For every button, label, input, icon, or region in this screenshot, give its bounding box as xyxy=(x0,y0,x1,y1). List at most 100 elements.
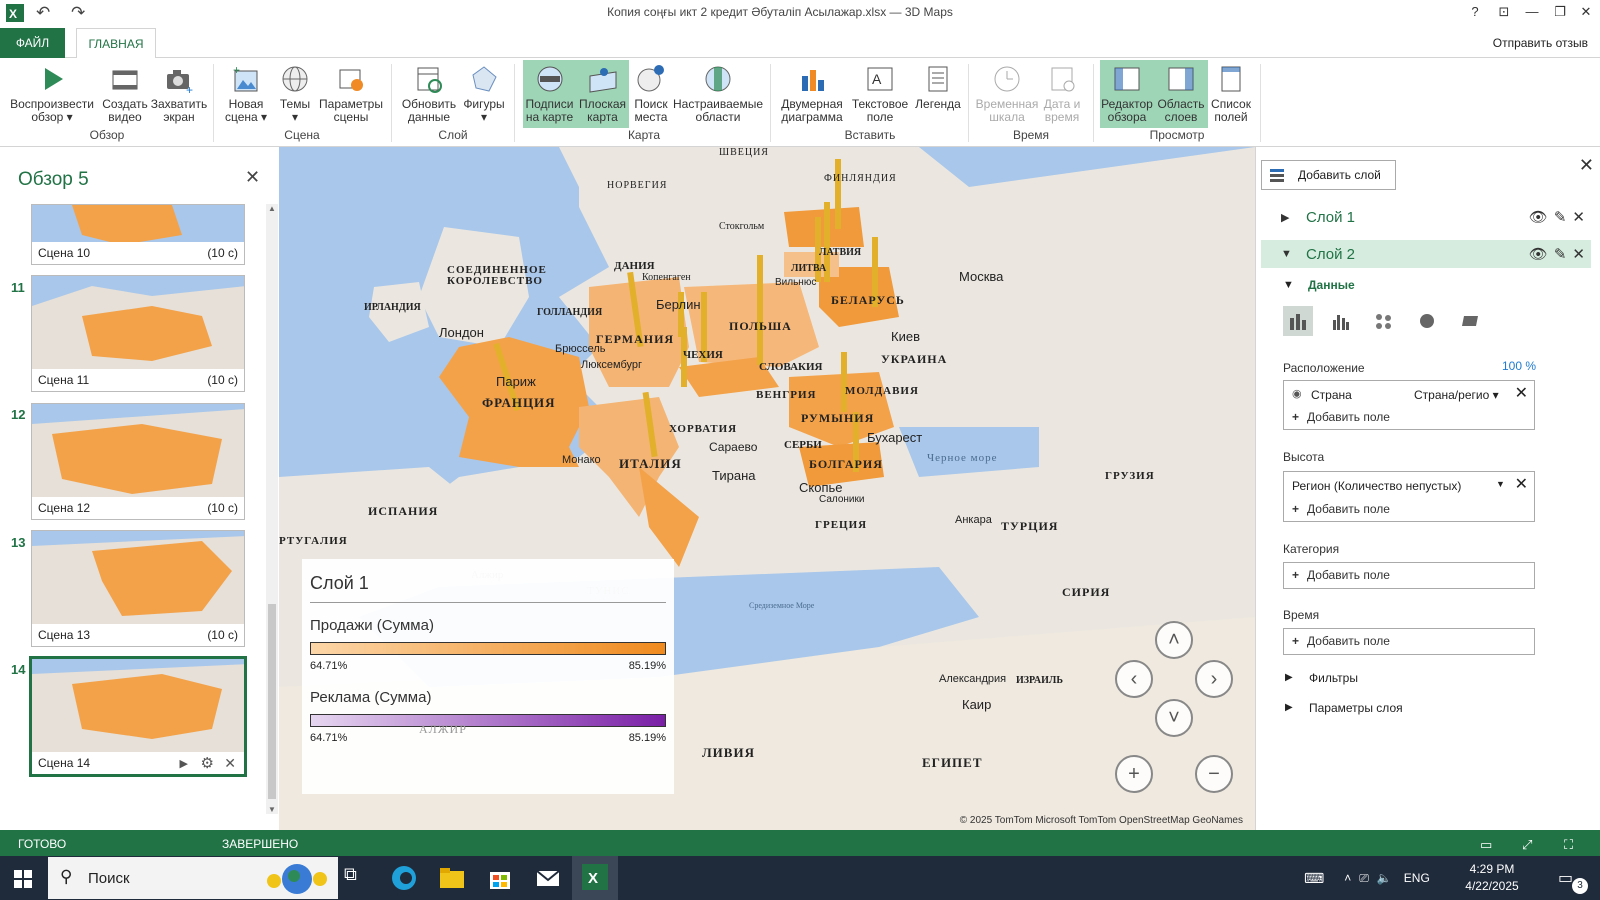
shapes-button[interactable]: Фигуры ▾ xyxy=(462,60,506,128)
capture-screen-button[interactable]: + Захватить экран xyxy=(151,60,207,128)
scene-thumbnail[interactable]: Сцена 10 (10 с) xyxy=(31,204,245,265)
field-list-button[interactable]: Список полей xyxy=(1208,60,1254,128)
notification-icon[interactable]: ▭ xyxy=(1558,868,1573,888)
themes-button[interactable]: Темы ▾ xyxy=(276,60,314,128)
add-layer-button[interactable]: Добавить слой xyxy=(1261,160,1396,190)
location-percent[interactable]: 100 % xyxy=(1502,359,1536,373)
text-box-button[interactable]: A Текстовое поле xyxy=(850,60,910,128)
zoom-out-button[interactable]: − xyxy=(1195,755,1233,793)
fit-view-icon[interactable]: ⤢ xyxy=(1522,837,1532,853)
find-location-button[interactable]: Поиск места xyxy=(630,60,672,128)
tilt-up-button[interactable]: ˄ xyxy=(1155,621,1193,659)
scene-thumbnail[interactable]: Сцена 11 (10 с) xyxy=(31,275,245,392)
chevron-up-icon[interactable]: ˄ xyxy=(1344,871,1351,885)
layer-pane-button[interactable]: Область слоев xyxy=(1154,60,1208,128)
minimize-button[interactable]: — xyxy=(1520,4,1544,19)
mail-icon[interactable] xyxy=(534,864,562,892)
scene-thumbnail-selected[interactable]: Сцена 14 ▶ ⚙ ✕ xyxy=(29,656,247,777)
help-button[interactable]: ? xyxy=(1463,4,1487,19)
scene-options-button[interactable]: Параметры сцены xyxy=(318,60,384,128)
expand-icon[interactable]: ▶ xyxy=(1285,702,1293,713)
rotate-left-button[interactable]: ‹ xyxy=(1115,660,1153,698)
clock[interactable]: 4:29 PM 4/22/2025 xyxy=(1452,861,1532,895)
eye-icon[interactable]: 👁 xyxy=(1529,245,1548,263)
clustered-column-icon[interactable] xyxy=(1326,306,1356,336)
close-window-button[interactable]: ✕ xyxy=(1574,4,1598,20)
layer-options-section[interactable]: Параметры слоя xyxy=(1309,701,1403,715)
timeline-button[interactable]: Временная шкала xyxy=(976,60,1038,128)
edge-browser-icon[interactable] xyxy=(390,864,418,892)
custom-regions-button[interactable]: Настраиваемые области xyxy=(673,60,763,128)
pencil-icon[interactable]: ✎ xyxy=(1554,245,1567,263)
volume-icon[interactable]: 🔈 xyxy=(1377,871,1392,885)
file-explorer-icon[interactable] xyxy=(438,864,466,892)
delete-scene-icon[interactable]: ✕ xyxy=(224,755,236,772)
excel-taskbar-button[interactable]: X xyxy=(572,856,618,900)
add-field-button[interactable]: + Добавить поле xyxy=(1292,410,1390,424)
tab-file[interactable]: ФАЙЛ xyxy=(0,28,65,58)
scroll-down-icon[interactable]: ▼ xyxy=(268,805,276,814)
remove-field-icon[interactable]: ✕ xyxy=(1515,474,1528,494)
expand-icon[interactable]: ▶ xyxy=(1285,672,1293,683)
stacked-column-icon[interactable] xyxy=(1283,306,1313,336)
language-indicator[interactable]: ENG xyxy=(1404,871,1430,885)
scene-settings-icon[interactable]: ⚙ xyxy=(201,754,214,772)
zoom-in-button[interactable]: + xyxy=(1115,755,1153,793)
collapse-icon[interactable]: ▼ xyxy=(1281,248,1292,260)
tour-scrollbar[interactable]: ▲ ▼ xyxy=(266,204,278,814)
scroll-up-icon[interactable]: ▲ xyxy=(268,204,276,213)
legend-button[interactable]: Легенда xyxy=(914,60,962,128)
close-layer-pane-button[interactable]: ✕ xyxy=(1579,155,1594,176)
expand-icon[interactable]: ▶ xyxy=(1281,211,1289,224)
radio-icon[interactable]: ◉ xyxy=(1292,387,1302,400)
play-tour-button[interactable]: Воспроизвести обзор ▾ xyxy=(8,60,96,128)
store-icon[interactable] xyxy=(486,864,514,892)
bubble-icon[interactable] xyxy=(1369,306,1399,336)
scene-thumbnail[interactable]: Сцена 12 (10 с) xyxy=(31,403,245,520)
scene-thumbnail[interactable]: Сцена 13 (10 с) xyxy=(31,530,245,647)
refresh-data-button[interactable]: Обновить данные xyxy=(398,60,460,128)
new-scene-button[interactable]: + Новая сцена ▾ xyxy=(220,60,272,128)
taskbar-search-box[interactable]: ⚲ Поиск xyxy=(48,857,338,899)
chevron-down-icon[interactable]: ▼ xyxy=(1496,479,1505,489)
send-feedback-link[interactable]: Отправить отзыв xyxy=(1493,36,1588,50)
fullscreen-icon[interactable]: ⛶ xyxy=(1564,837,1573,853)
create-video-button[interactable]: Создать видео xyxy=(100,60,150,128)
add-field-button[interactable]: + Добавить поле xyxy=(1292,502,1390,516)
remove-field-icon[interactable]: ✕ xyxy=(1515,383,1528,403)
eye-icon[interactable]: 👁 xyxy=(1529,208,1548,226)
pencil-icon[interactable]: ✎ xyxy=(1554,208,1567,226)
add-field-button[interactable]: + Добавить поле xyxy=(1292,634,1390,648)
ribbon-display-button[interactable]: ⊡ xyxy=(1492,4,1516,20)
region-icon[interactable] xyxy=(1455,306,1485,336)
map-canvas[interactable]: ФИНЛЯНДИЯ НОРВЕГИЯ ШВЕЦИЯ Стокгольм ДАНИ… xyxy=(279,147,1255,830)
layer-item[interactable]: ▶ Слой 1 👁 ✎ ✕ xyxy=(1261,203,1591,231)
close-tour-pane-button[interactable]: ✕ xyxy=(245,167,260,188)
tilt-down-button[interactable]: ˅ xyxy=(1155,699,1193,737)
date-time-button[interactable]: Дата и время xyxy=(1040,60,1084,128)
layer-item-selected[interactable]: ▼ Слой 2 👁 ✎ ✕ xyxy=(1261,240,1591,268)
windows-start-icon[interactable] xyxy=(14,870,32,888)
delete-layer-icon[interactable]: ✕ xyxy=(1572,208,1585,226)
play-scene-icon[interactable]: ▶ xyxy=(180,757,188,770)
flat-map-button[interactable]: Плоская карта xyxy=(576,60,629,128)
tab-home[interactable]: ГЛАВНАЯ xyxy=(76,28,156,59)
map-labels-button[interactable]: Подписи на карте xyxy=(523,60,576,128)
map-legend[interactable]: Слой 1 Продажи (Сумма) 64.71% 85.19% Рек… xyxy=(302,559,674,794)
delete-layer-icon[interactable]: ✕ xyxy=(1572,245,1585,263)
location-type-select[interactable]: Страна/регио ▾ xyxy=(1414,388,1499,402)
add-field-button[interactable]: + Добавить поле xyxy=(1292,568,1390,582)
heat-map-icon[interactable] xyxy=(1412,306,1442,336)
filters-section[interactable]: Фильтры xyxy=(1309,671,1358,685)
network-icon[interactable]: ⎚ xyxy=(1359,871,1369,886)
scene-name: Сцена 10 xyxy=(38,246,91,260)
keyboard-icon[interactable]: ⌨ xyxy=(1304,870,1324,887)
scroll-thumb[interactable] xyxy=(268,604,276,799)
tour-editor-button[interactable]: Редактор обзора xyxy=(1100,60,1154,128)
normal-view-icon[interactable]: ▭ xyxy=(1480,837,1492,853)
data-collapse-icon[interactable]: ▼ xyxy=(1283,279,1294,291)
2d-chart-button[interactable]: Двумерная диаграмма xyxy=(778,60,846,128)
task-view-icon[interactable]: ⧉ xyxy=(344,864,372,892)
maximize-button[interactable]: ❐ xyxy=(1548,4,1572,20)
rotate-right-button[interactable]: › xyxy=(1195,660,1233,698)
